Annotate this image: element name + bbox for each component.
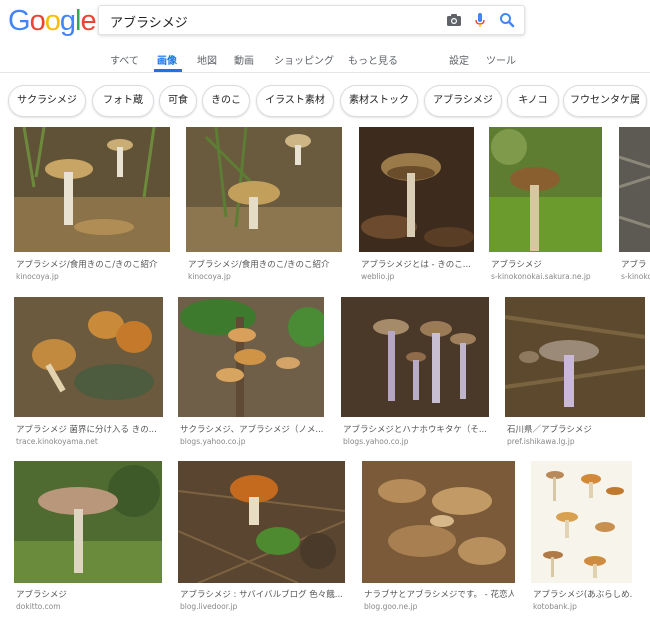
result-title[interactable]: アブラシメジ [491, 258, 601, 270]
result-source: blog.goo.ne.jp [364, 602, 418, 611]
result-source: kinocoya.jp [188, 272, 231, 281]
tab-settings[interactable]: 設定 [449, 52, 469, 67]
result-source: blog.livedoor.jp [180, 602, 238, 611]
result-thumbnail[interactable] [186, 127, 342, 252]
logo-letter: o [29, 5, 46, 37]
active-tab-indicator [154, 69, 182, 72]
logo-letter: g [59, 5, 76, 37]
tab-shopping[interactable]: ショッピング [274, 52, 334, 67]
result-title[interactable]: 石川県／アブラシメジ [507, 423, 645, 435]
chip-suggestion[interactable]: フォト蔵 [92, 85, 154, 117]
result-source: kotobank.jp [533, 602, 577, 611]
result-thumbnail[interactable] [489, 127, 602, 252]
result-source: s-kinokonokai.sakura.ne.jp [491, 272, 591, 281]
tab-more[interactable]: もっと見る [348, 52, 398, 67]
result-source: kinocoya.jp [16, 272, 59, 281]
chip-suggestion[interactable]: きのこ [202, 85, 250, 117]
result-thumbnail[interactable] [14, 127, 170, 252]
result-source: s-kinoko [621, 272, 650, 281]
tab-maps[interactable]: 地図 [197, 52, 217, 67]
search-tabs: すべて 画像 地図 動画 ショッピング もっと見る 設定 ツール [0, 40, 650, 73]
result-title[interactable]: アブラシメジ [16, 588, 162, 600]
result-thumbnail[interactable] [531, 461, 632, 583]
result-thumbnail[interactable] [341, 297, 489, 417]
result-title[interactable]: アブラシメジ/食用きのこ/きのこ紹介 [16, 258, 168, 270]
result-source: blogs.yahoo.co.jp [180, 437, 246, 446]
tab-images[interactable]: 画像 [157, 52, 177, 67]
chip-suggestion[interactable]: 素材ストック [340, 85, 418, 117]
result-title[interactable]: サクラシメジ、アブラシメジ（ノメ... [180, 423, 324, 435]
result-title[interactable]: アブラ [621, 258, 650, 270]
chip-suggestion[interactable]: アブラシメジ [424, 85, 502, 117]
result-thumbnail[interactable] [362, 461, 515, 583]
result-title[interactable]: アブラシメジ(あぶらしめ... [533, 588, 633, 600]
result-source: dokitto.com [16, 602, 61, 611]
logo-letter: o [44, 5, 61, 37]
search-query[interactable]: アブラシメジ [110, 12, 188, 31]
result-thumbnail[interactable] [505, 297, 645, 417]
tab-videos[interactable]: 動画 [234, 52, 254, 67]
result-thumbnail[interactable] [14, 297, 163, 417]
result-source: weblio.jp [361, 272, 395, 281]
result-source: trace.kinokoyama.net [16, 437, 98, 446]
result-thumbnail[interactable] [619, 127, 650, 252]
result-source: pref.ishikawa.lg.jp [507, 437, 575, 446]
google-logo[interactable]: Google [8, 5, 97, 38]
result-title[interactable]: アブラシメジとハナホウキタケ（そ... [343, 423, 489, 435]
result-title[interactable]: アブラシメジ 菌界に分け入る きの... [16, 423, 162, 435]
result-thumbnail[interactable] [14, 461, 162, 583]
tab-tools[interactable]: ツール [486, 52, 516, 67]
chip-suggestion[interactable]: フウセンタケ属 [563, 85, 647, 117]
chip-suggestion[interactable]: キノコ [507, 85, 559, 117]
search-input[interactable]: アブラシメジ [98, 5, 525, 35]
tab-all[interactable]: すべて [110, 52, 139, 67]
result-thumbnail[interactable] [178, 297, 324, 417]
chip-suggestion[interactable]: サクラシメジ [8, 85, 86, 117]
result-thumbnail[interactable] [178, 461, 345, 583]
result-source: blogs.yahoo.co.jp [343, 437, 409, 446]
result-thumbnail[interactable] [359, 127, 474, 252]
result-title[interactable]: アブラシメジとは - きのこ... [361, 258, 473, 270]
logo-letter: G [8, 5, 31, 37]
result-title[interactable]: ナラブサとアブラシメジです。 - 花恋人 [364, 588, 514, 600]
result-title[interactable]: アブラシメジ : サバイバルブログ 色々餓... [180, 588, 344, 600]
camera-icon[interactable] [444, 10, 464, 30]
microphone-icon[interactable] [470, 10, 490, 30]
chip-suggestion[interactable]: 可食 [159, 85, 197, 117]
chip-suggestion[interactable]: イラスト素材 [256, 85, 334, 117]
logo-letter: e [80, 5, 96, 37]
search-icon[interactable] [497, 10, 517, 30]
result-title[interactable]: アブラシメジ/食用きのこ/きのこ紹介 [188, 258, 340, 270]
